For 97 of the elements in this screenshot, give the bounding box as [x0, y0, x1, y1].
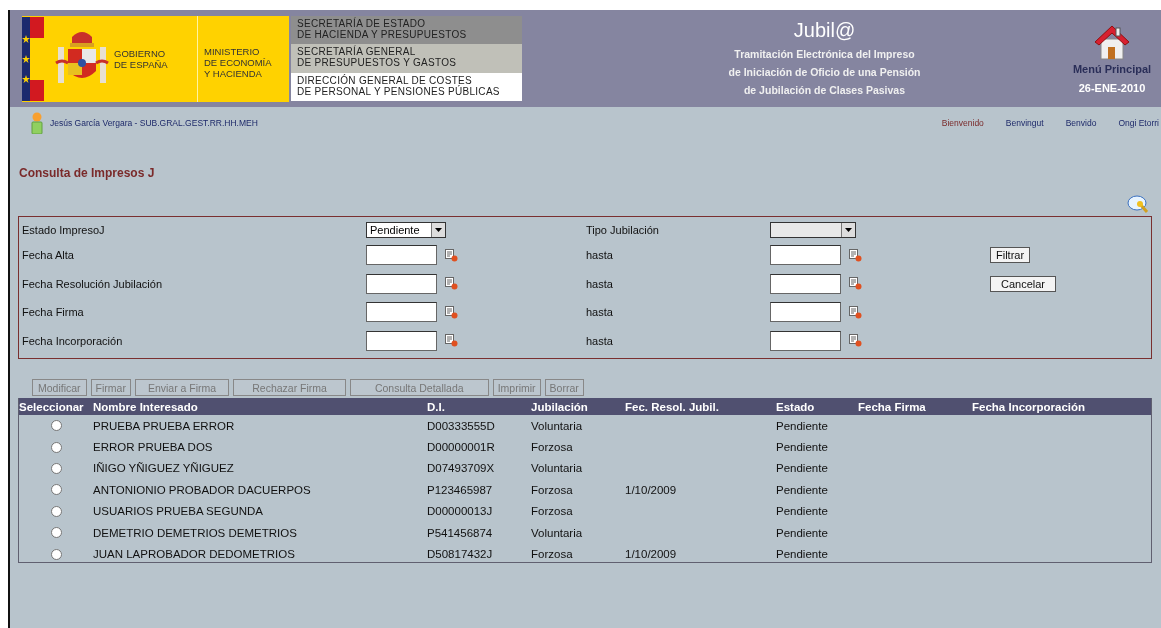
column-header: Nombre Interesado [93, 400, 199, 413]
table-cell: JUAN LAPROBADOR DEDOMETRIOS [93, 548, 295, 561]
table-cell: Pendiente [776, 419, 828, 432]
app-subtitle: de Jubilación de Clases Pasivas [742, 82, 907, 98]
calendar-icon[interactable] [445, 334, 458, 348]
date-field[interactable] [366, 330, 437, 351]
table-cell: PRUEBA PRUEBA ERROR [93, 419, 235, 432]
page-title: Consulta de Impresos J [19, 166, 156, 182]
table-cell: Voluntaria [531, 419, 583, 432]
filter-label: hasta [586, 306, 614, 319]
filter-label: hasta [586, 249, 614, 262]
caret-icon [845, 227, 852, 233]
filter-button[interactable]: Filtrar [990, 247, 1031, 264]
radio-button[interactable] [50, 484, 62, 496]
table-cell: Forzosa [531, 548, 573, 561]
date-field[interactable] [366, 302, 437, 323]
table-cell: D00333555D [427, 419, 495, 432]
user-icon [31, 112, 43, 134]
table-cell: Voluntaria [531, 462, 583, 475]
column-header: Jubilación [531, 400, 589, 413]
radio-button[interactable] [50, 505, 62, 517]
app-title: Jubil@ [792, 18, 857, 42]
app-subtitle: Tramitación Electrónica del Impreso [733, 46, 916, 62]
table-cell: Forzosa [531, 441, 573, 454]
radio-button[interactable] [50, 527, 62, 539]
filter-button[interactable]: Cancelar [990, 275, 1057, 292]
radio-button[interactable] [50, 548, 62, 560]
table-cell: Pendiente [776, 548, 828, 561]
filter-label: Fecha Alta [22, 249, 75, 262]
table-cell: Forzosa [531, 505, 573, 518]
department-name: SECRETARÍA GENERAL DE PRESUPUESTOS Y GASTOS [291, 44, 522, 73]
department-name: SECRETARÍA DE ESTADO DE HACIENDA Y PRESUPUESTOS [291, 15, 522, 45]
calendar-icon[interactable] [445, 305, 458, 319]
calendar-icon[interactable] [849, 334, 862, 348]
column-header: Estado [776, 400, 816, 413]
column-header: Fec. Resol. Jubil. [625, 400, 720, 413]
filter-label: Fecha Incorporación [22, 334, 124, 347]
radio-button[interactable] [50, 441, 62, 453]
table-cell: Forzosa [531, 483, 573, 496]
column-header: Fecha Incorporación [972, 400, 1087, 413]
table-cell: Voluntaria [531, 526, 583, 539]
table-cell: Pendiente [776, 483, 828, 496]
table-cell: DEMETRIO DEMETRIOS DEMETRIOS [93, 526, 297, 539]
radio-button[interactable] [50, 420, 62, 432]
date-field[interactable] [366, 273, 437, 294]
table-cell: P123465987 [427, 483, 493, 496]
filter-label: hasta [586, 277, 614, 290]
home-icon[interactable] [1092, 23, 1132, 61]
calendar-icon[interactable] [849, 248, 862, 262]
filter-label: hasta [586, 334, 614, 347]
help-icon[interactable] [1127, 194, 1149, 214]
table-cell: Pendiente [776, 441, 828, 454]
language-link[interactable]: Benvingut [1005, 118, 1044, 128]
user-name: Jesús García Vergara - SUB.GRAL.GEST.RR.HH.MEH [50, 118, 258, 128]
language-link[interactable]: Benvido [1065, 118, 1097, 128]
table-cell: 1/10/2009 [625, 548, 677, 561]
table-cell: P541456874 [427, 526, 493, 539]
calendar-icon[interactable] [445, 248, 458, 262]
app-subtitle: de Iniciación de Oficio de una Pensión [727, 64, 922, 80]
table-cell: Pendiente [776, 462, 828, 475]
date-field[interactable] [770, 273, 841, 294]
column-header: Seleccionar [19, 400, 85, 413]
filter-label: Fecha Firma [22, 306, 85, 319]
calendar-icon[interactable] [849, 277, 862, 291]
table-cell: IÑIGO YÑIGUEZ YÑIGUEZ [93, 462, 234, 475]
column-header: D.I. [427, 400, 446, 413]
ministry-name: MINISTERIO DE ECONOMÍA Y HACIENDA [204, 45, 272, 79]
table-cell: USUARIOS PRUEBA SEGUNDA [93, 505, 263, 518]
filter-label: Estado ImpresoJ [22, 224, 106, 236]
language-link[interactable]: Ongi Etorri [1118, 118, 1159, 128]
table-cell: D07493709X [427, 462, 495, 475]
caret-icon [435, 227, 442, 233]
table-cell: D00000001R [427, 441, 495, 454]
filter-label: Tipo Jubilación [586, 224, 660, 236]
table-cell: Pendiente [776, 526, 828, 539]
calendar-icon[interactable] [445, 277, 458, 291]
table-cell: Pendiente [776, 505, 828, 518]
date-field[interactable] [366, 245, 437, 266]
date-field[interactable] [770, 245, 841, 266]
table-cell: ANTONIONIO PROBADOR DACUERPOS [93, 483, 311, 496]
column-header: Fecha Firma [858, 400, 927, 413]
date-field[interactable] [770, 330, 841, 351]
status-select[interactable]: Pendiente [366, 222, 446, 238]
table-cell: 1/10/2009 [625, 483, 677, 496]
table-cell: D50817432J [427, 548, 493, 561]
type-select[interactable] [770, 222, 856, 238]
language-link[interactable]: Bienvenido [941, 118, 984, 128]
government-name: GOBIERNO DE ESPAÑA [114, 47, 168, 70]
department-name: DIRECCIÓN GENERAL DE COSTES DE PERSONAL Y PENSIONES PÚBLICAS [291, 72, 522, 102]
calendar-icon[interactable] [849, 305, 862, 319]
filter-label: Fecha Resolución Jubilación [22, 277, 164, 290]
table-cell: ERROR PRUEBA DOS [93, 441, 213, 454]
main-menu-link[interactable]: Menú Principal [1072, 63, 1152, 75]
table-cell: D00000013J [427, 505, 493, 518]
radio-button[interactable] [50, 462, 62, 474]
date-label: 26-ENE-2010 [1078, 82, 1146, 94]
date-field[interactable] [770, 302, 841, 323]
